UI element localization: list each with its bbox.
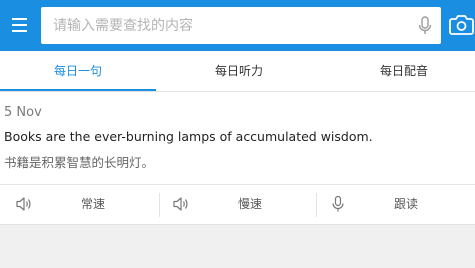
- sentence-date: 5 Nov: [4, 105, 42, 120]
- microphone-icon[interactable]: [417, 16, 433, 36]
- search-input[interactable]: [41, 7, 401, 44]
- slow-speed-label: 慢速: [238, 197, 263, 211]
- tab-daily-sentence[interactable]: 每日一句: [0, 51, 156, 91]
- menu-icon-line: [11, 30, 27, 32]
- follow-read-button[interactable]: 跟读: [317, 185, 475, 223]
- speaker-icon: [16, 197, 31, 211]
- menu-icon-line: [11, 24, 27, 26]
- active-tab-indicator: [0, 89, 156, 91]
- tab-daily-listening[interactable]: 每日听力: [156, 51, 322, 91]
- menu-icon-line: [11, 18, 27, 20]
- daily-sentence-card: 5 Nov Books are the ever-burning lamps o…: [0, 92, 475, 222]
- audio-controls: 常速 慢速 跟读: [0, 185, 475, 223]
- top-bar: [0, 0, 475, 51]
- search-box: [41, 7, 441, 44]
- tab-bar: 每日一句 每日听力 每日配音: [0, 51, 475, 92]
- tab-daily-dubbing[interactable]: 每日配音: [322, 51, 475, 91]
- speaker-icon: [173, 197, 188, 211]
- english-sentence: Books are the ever-burning lamps of accu…: [4, 129, 373, 144]
- content-background: [0, 224, 475, 268]
- menu-button[interactable]: [5, 10, 33, 40]
- normal-speed-label: 常速: [81, 197, 106, 211]
- slow-speed-button[interactable]: 慢速: [160, 185, 316, 223]
- microphone-icon: [332, 195, 344, 212]
- follow-read-label: 跟读: [394, 197, 419, 211]
- camera-icon[interactable]: [448, 14, 475, 36]
- chinese-translation: 书籍是积累智慧的长明灯。: [4, 155, 155, 170]
- normal-speed-button[interactable]: 常速: [0, 185, 159, 223]
